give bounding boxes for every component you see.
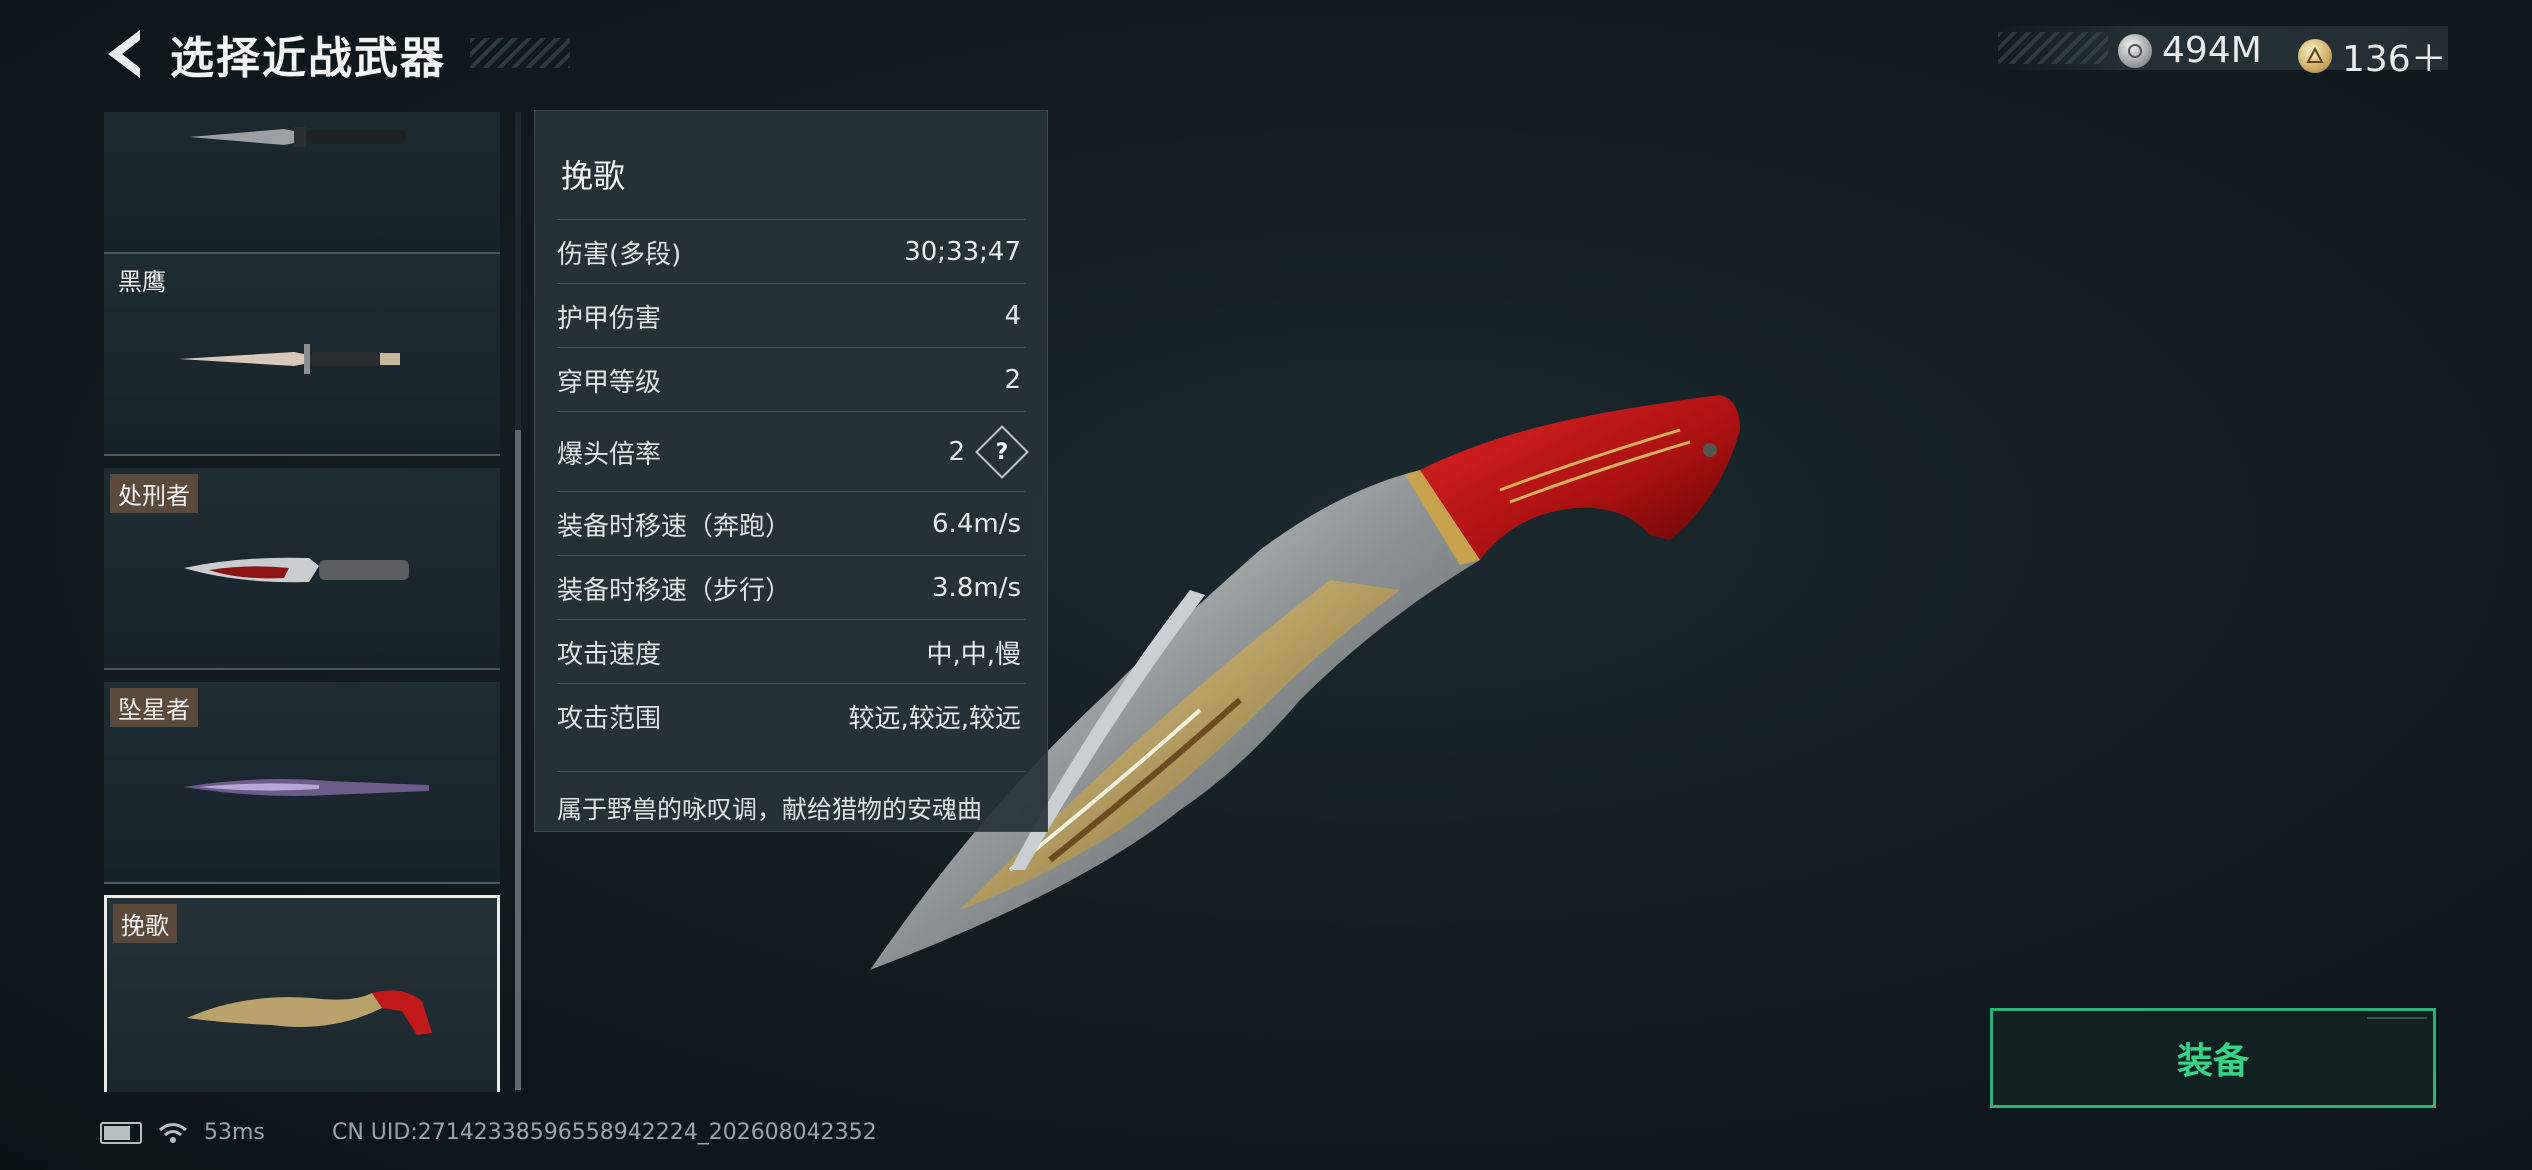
currency-gold[interactable]: 136＋	[2298, 30, 2447, 82]
stat-row-run-speed: 装备时移速（奔跑） 6.4m/s	[557, 491, 1025, 556]
status-footer: 53ms	[100, 1120, 265, 1145]
stat-row-attack-speed: 攻击速度 中,中,慢	[557, 619, 1025, 684]
title-decoration	[470, 38, 570, 68]
button-decoration	[2367, 1017, 2427, 1025]
stat-label: 攻击速度	[557, 639, 662, 670]
stat-label: 装备时移速（奔跑）	[557, 511, 792, 542]
stat-row-walk-speed: 装备时移速（步行） 3.8m/s	[557, 555, 1025, 620]
stat-value: 2	[948, 437, 965, 467]
blackhawk-knife-image	[179, 344, 400, 374]
stat-label: 爆头倍率	[557, 439, 662, 470]
header: 选择近战武器 494M 136＋	[0, 0, 2532, 105]
weapon-stats-panel: 挽歌 伤害(多段) 30;33;47 护甲伤害 4 穿甲等级 2 爆头倍率 2 …	[534, 110, 1048, 832]
currency-bar: 494M 136＋	[1998, 26, 2448, 80]
stat-value-group: 2 ?	[948, 425, 1029, 479]
stat-label: 伤害(多段)	[557, 239, 682, 270]
silver-coin-icon	[2118, 33, 2152, 68]
executioner-knife-image	[184, 557, 409, 583]
stat-row-attack-range: 攻击范围 较远,较远,较远	[557, 683, 1025, 748]
currency-silver[interactable]: 494M	[2118, 30, 2262, 71]
ping-value: 53ms	[204, 1120, 265, 1145]
gold-token-icon	[2298, 39, 2332, 73]
currency-silver-value: 494M	[2162, 30, 2262, 71]
stat-row-damage: 伤害(多段) 30;33;47	[557, 219, 1025, 284]
stat-label: 护甲伤害	[557, 303, 662, 334]
weapon-description: 属于野兽的咏叹调，献给猎物的安魂曲	[557, 771, 1025, 826]
battery-icon	[100, 1121, 142, 1144]
equip-button[interactable]: 装备	[1990, 1008, 2436, 1108]
weapon-card[interactable]: 黑鹰	[104, 254, 500, 456]
weapon-name: 挽歌	[113, 904, 177, 943]
stat-value: 2	[1004, 365, 1021, 395]
wifi-icon	[159, 1122, 187, 1143]
weapon-stats-title: 挽歌	[561, 157, 626, 195]
weapon-name: 处刑者	[110, 474, 198, 513]
currency-decoration	[1998, 32, 2108, 64]
stat-row-penetration: 穿甲等级 2	[557, 347, 1025, 412]
stat-label: 攻击范围	[557, 703, 662, 734]
weapon-card[interactable]: 坠星者	[104, 682, 500, 884]
weapon-name: 坠星者	[110, 688, 198, 727]
weapon-card[interactable]: 处刑者	[104, 468, 500, 670]
stat-row-headshot: 爆头倍率 2 ?	[557, 411, 1029, 492]
user-uid: CN UID:27142338596558942224_202608042352	[332, 1120, 877, 1145]
stat-value: 6.4m/s	[932, 509, 1021, 539]
stat-value: 4	[1004, 301, 1021, 331]
equip-button-label: 装备	[2176, 1041, 2249, 1082]
weapon-card[interactable]	[104, 112, 500, 254]
help-icon[interactable]: ?	[975, 425, 1029, 479]
weapon-card-selected[interactable]: 挽歌	[104, 895, 500, 1092]
stat-label: 装备时移速（步行）	[557, 575, 792, 606]
stat-value: 中,中,慢	[926, 639, 1021, 670]
weapon-name: 黑鹰	[118, 268, 166, 296]
back-arrow-icon[interactable]	[100, 24, 150, 84]
currency-gold-value: 136＋	[2342, 39, 2447, 80]
elegy-knife-image	[187, 990, 432, 1035]
stat-value: 30;33;47	[904, 237, 1021, 267]
weapon-list[interactable]: 黑鹰 处刑者 坠星者 挽歌	[104, 112, 504, 1092]
stat-row-armor-damage: 护甲伤害 4	[557, 283, 1025, 348]
stat-label: 穿甲等级	[557, 367, 662, 398]
combat-knife-image	[189, 127, 406, 147]
page-title: 选择近战武器	[170, 33, 446, 84]
stat-value: 3.8m/s	[932, 573, 1021, 603]
stat-value: 较远,较远,较远	[848, 703, 1021, 734]
weapon-list-scroll-thumb[interactable]	[515, 430, 521, 1090]
starfall-knife-image	[184, 779, 429, 796]
help-glyph: ?	[995, 439, 1009, 465]
